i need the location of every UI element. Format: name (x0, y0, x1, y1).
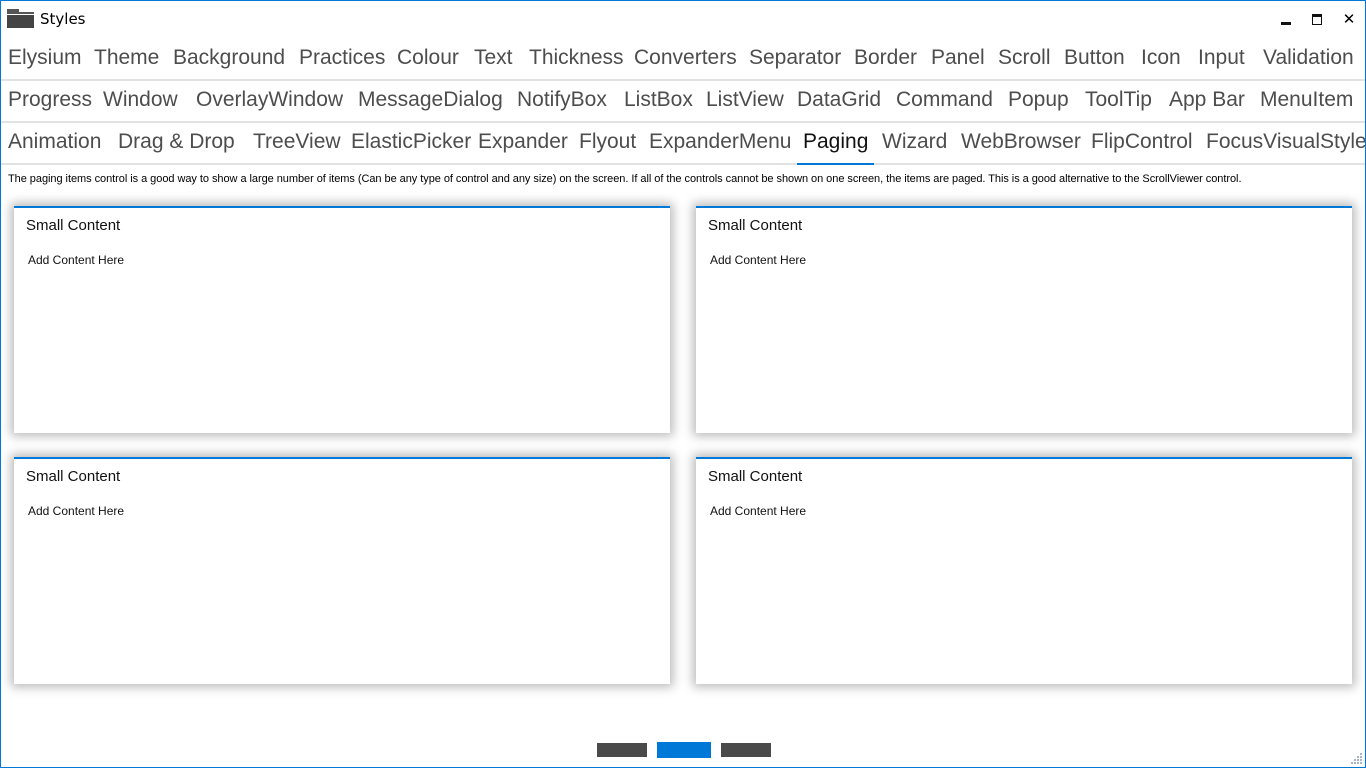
card-body: Add Content Here (710, 253, 807, 267)
tab-command[interactable]: Command (896, 79, 993, 121)
tab-paging[interactable]: Paging (796, 121, 875, 165)
tab-converters[interactable]: Converters (634, 37, 737, 79)
content-card: Small Content Add Content Here (696, 457, 1352, 684)
tab-thickness[interactable]: Thickness (529, 37, 624, 79)
tab-input[interactable]: Input (1198, 37, 1245, 79)
window-title: Styles (40, 10, 86, 28)
resize-grip-icon[interactable] (1350, 752, 1362, 764)
minimize-button[interactable] (1276, 9, 1296, 29)
tab-messagedialog[interactable]: MessageDialog (358, 79, 503, 121)
tab-elysium[interactable]: Elysium (8, 37, 82, 79)
page-3-button[interactable] (721, 743, 771, 757)
tab-validation[interactable]: Validation (1263, 37, 1354, 79)
tab-drag-and-drop[interactable]: Drag & Drop (118, 121, 235, 163)
tab-panel[interactable]: Panel (931, 37, 985, 79)
card-title: Small Content (26, 468, 121, 485)
content-card: Small Content Add Content Here (14, 457, 670, 684)
tab-popup[interactable]: Popup (1008, 79, 1069, 121)
content-card: Small Content Add Content Here (696, 206, 1352, 433)
tab-progress[interactable]: Progress (8, 79, 92, 121)
maximize-button[interactable] (1307, 9, 1327, 29)
title-bar[interactable]: Styles ✕ (1, 1, 1365, 37)
card-body: Add Content Here (28, 504, 125, 518)
tab-notifybox[interactable]: NotifyBox (517, 79, 607, 121)
card-title: Small Content (26, 217, 121, 234)
tab-icon[interactable]: Icon (1141, 37, 1181, 79)
tab-tooltip[interactable]: ToolTip (1085, 79, 1152, 121)
close-icon: ✕ (1342, 10, 1356, 28)
tab-flyout[interactable]: Flyout (579, 121, 636, 163)
tab-row-1: Elysium Theme Background Practices Colou… (1, 37, 1365, 81)
tab-row-3: Animation Drag & Drop TreeView ElasticPi… (1, 121, 1365, 165)
tab-focusvisualstyle[interactable]: FocusVisualStyle (1206, 121, 1365, 163)
tab-scroll[interactable]: Scroll (998, 37, 1051, 79)
app-window: Styles ✕ Elysium Theme Background Practi… (0, 0, 1366, 768)
page-2-button-current[interactable] (657, 742, 711, 758)
tab-theme[interactable]: Theme (94, 37, 159, 79)
minimize-icon (1281, 21, 1291, 25)
close-button[interactable]: ✕ (1339, 9, 1359, 29)
tab-practices[interactable]: Practices (299, 37, 385, 79)
tab-flipcontrol[interactable]: FlipControl (1091, 121, 1193, 163)
tab-overlaywindow[interactable]: OverlayWindow (196, 79, 343, 121)
tab-webbrowser[interactable]: WebBrowser (961, 121, 1081, 163)
tab-treeview[interactable]: TreeView (253, 121, 341, 163)
tab-wizard[interactable]: Wizard (882, 121, 947, 163)
tab-separator[interactable]: Separator (749, 37, 841, 79)
tab-animation[interactable]: Animation (8, 121, 101, 163)
card-body: Add Content Here (28, 253, 125, 267)
tab-datagrid[interactable]: DataGrid (797, 79, 881, 121)
tab-background[interactable]: Background (173, 37, 285, 79)
tab-window[interactable]: Window (103, 79, 178, 121)
card-body: Add Content Here (710, 504, 807, 518)
tab-expander[interactable]: Expander (478, 121, 568, 163)
tab-border[interactable]: Border (854, 37, 917, 79)
page-1-button[interactable] (597, 743, 647, 757)
tab-listview[interactable]: ListView (706, 79, 784, 121)
tab-text[interactable]: Text (474, 37, 513, 79)
content-card: Small Content Add Content Here (14, 206, 670, 433)
card-title: Small Content (708, 217, 803, 234)
tab-app-bar[interactable]: App Bar (1169, 79, 1245, 121)
tab-menuitem[interactable]: MenuItem (1260, 79, 1353, 121)
maximize-icon (1312, 13, 1322, 25)
tab-listbox[interactable]: ListBox (624, 79, 693, 121)
tab-row-2: Progress Window OverlayWindow MessageDia… (1, 79, 1365, 123)
tab-elasticpicker[interactable]: ElasticPicker (351, 121, 471, 163)
tab-button[interactable]: Button (1064, 37, 1125, 79)
tab-expandermenu[interactable]: ExpanderMenu (649, 121, 791, 163)
page-description: The paging items control is a good way t… (8, 173, 1242, 185)
folder-icon (7, 9, 34, 29)
tab-colour[interactable]: Colour (397, 37, 459, 79)
card-title: Small Content (708, 468, 803, 485)
